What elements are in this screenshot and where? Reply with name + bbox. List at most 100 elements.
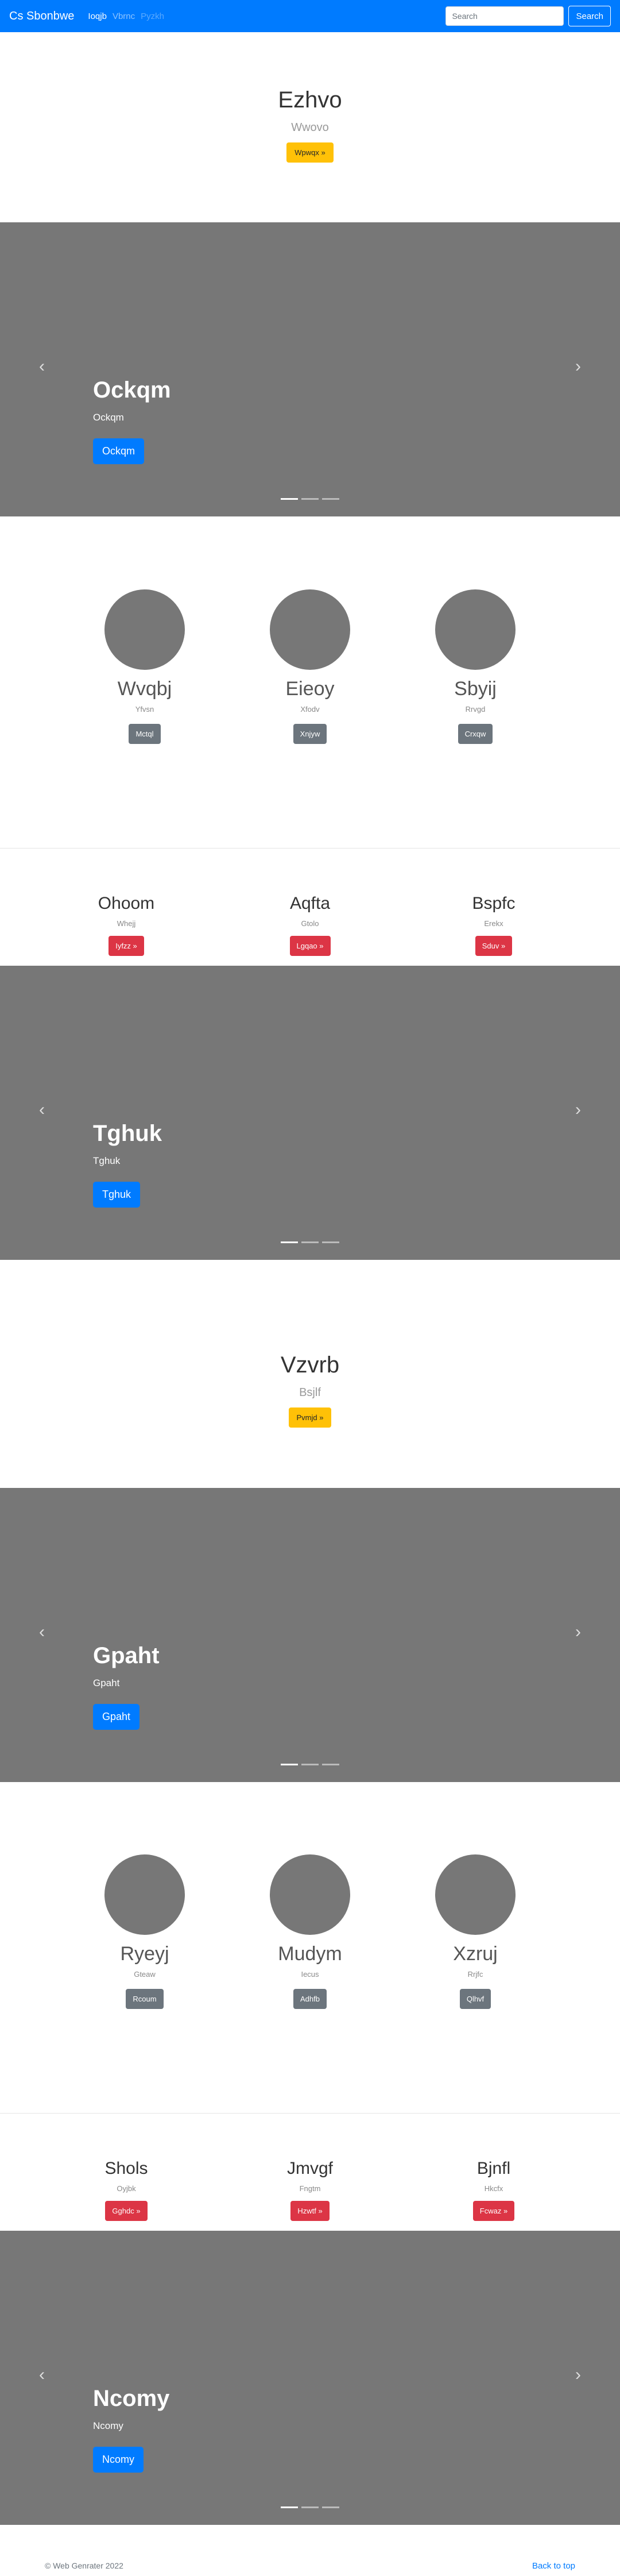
feature-column: Bjnfl Hkcfx Fcwaz » (431, 2159, 557, 2221)
jumbotron: Vzvrb Bsjlf Pvmjd » (0, 1352, 620, 1428)
avatar (435, 589, 516, 670)
carousel: ‹ › Gpaht Gpaht Gpaht (0, 1488, 620, 1782)
nav-link-3[interactable]: Pyzkh (141, 11, 164, 21)
features-row: Ohoom Whejj Iyfzz » Aqfta Gtolo Lgqao » … (0, 894, 620, 974)
feature-text: Hkcfx (484, 2184, 503, 2193)
back-to-top-link[interactable]: Back to top (532, 2561, 575, 2571)
feature-heading: Bspfc (472, 894, 516, 913)
avatar (104, 1854, 185, 1935)
carousel-prev-icon[interactable]: ‹ (39, 1624, 45, 1641)
footer-copyright: © Web Genrater 2022 (45, 2561, 123, 2570)
feature-text: Gtolo (301, 919, 319, 928)
carousel-next-icon[interactable]: › (575, 358, 581, 375)
column-heading: Ryeyj (120, 1943, 169, 1965)
jumbotron-title: Vzvrb (280, 1352, 340, 1378)
marketing-column: Sbyij Rrvgd Crxqw (412, 589, 538, 744)
navbar: Cs Sbonbwe Ioqjb Vbrnc Pyzkh Search (0, 0, 620, 32)
avatar (270, 1854, 350, 1935)
carousel-caption-button[interactable]: Ockqm (93, 438, 145, 464)
column-button[interactable]: Qlhvf (459, 1989, 491, 2009)
column-button[interactable]: Crxqw (458, 724, 493, 744)
feature-text: Erekx (484, 919, 503, 928)
carousel-indicator[interactable] (322, 1241, 339, 1243)
marketing-column: Wvqbj Yfvsn Mctql (82, 589, 208, 744)
carousel-caption-text: Ncomy (93, 2420, 123, 2431)
carousel-indicator[interactable] (281, 1241, 298, 1243)
carousel-caption-title: Ncomy (93, 2386, 170, 2411)
avatar (435, 1854, 516, 1935)
jumbotron-subtitle: Wwovo (291, 121, 329, 134)
feature-heading: Shols (104, 2159, 148, 2178)
feature-column: Aqfta Gtolo Lgqao » (247, 894, 373, 956)
carousel-indicator[interactable] (301, 1764, 319, 1765)
carousel-caption-text: Gpaht (93, 1678, 120, 1688)
carousel-indicator[interactable] (301, 1241, 319, 1243)
feature-column: Jmvgf Fngtm Hzwtf » (247, 2159, 373, 2221)
carousel-prev-icon[interactable]: ‹ (39, 2366, 45, 2384)
carousel-indicators (0, 498, 620, 500)
carousel-indicator[interactable] (281, 498, 298, 500)
column-button[interactable]: Mctql (129, 724, 161, 744)
feature-heading: Jmvgf (286, 2159, 333, 2178)
carousel-caption-button[interactable]: Ncomy (93, 2447, 144, 2473)
carousel-indicator[interactable] (301, 498, 319, 500)
feature-button[interactable]: Lgqao » (289, 936, 331, 956)
search-input[interactable] (445, 6, 564, 26)
feature-button[interactable]: Sduv » (475, 936, 513, 956)
carousel-indicators (0, 2506, 620, 2508)
carousel-indicators (0, 1241, 620, 1243)
carousel: ‹ › Ockqm Ockqm Ockqm (0, 222, 620, 516)
column-text: Xfodv (300, 705, 320, 714)
column-heading: Eieoy (285, 678, 335, 700)
column-button[interactable]: Adhfb (293, 1989, 327, 2009)
column-text: Rrvgd (465, 705, 486, 714)
carousel-indicator[interactable] (301, 2506, 319, 2508)
carousel-indicator[interactable] (322, 1764, 339, 1765)
marketing-circles: Ryeyj Gteaw Rcoum Mudym Iecus Adhfb Xzru… (0, 1854, 620, 2021)
carousel-indicator[interactable] (281, 1764, 298, 1765)
feature-text: Whejj (117, 919, 136, 928)
feature-column: Ohoom Whejj Iyfzz » (63, 894, 189, 956)
jumbotron-subtitle: Bsjlf (299, 1386, 321, 1399)
carousel-prev-icon[interactable]: ‹ (39, 1101, 45, 1119)
carousel: ‹ › Tghuk Tghuk Tghuk (0, 966, 620, 1260)
jumbotron-title: Ezhvo (278, 87, 342, 113)
carousel-next-icon[interactable]: › (575, 1624, 581, 1641)
carousel-caption-button[interactable]: Gpaht (93, 1704, 140, 1730)
column-button[interactable]: Xnjyw (293, 724, 327, 744)
feature-text: Fngtm (299, 2184, 321, 2193)
nav-link-1[interactable]: Ioqjb (88, 11, 107, 21)
avatar (104, 589, 185, 670)
carousel-next-icon[interactable]: › (575, 2366, 581, 2384)
feature-column: Shols Oyjbk Gghdc » (63, 2159, 189, 2221)
jumbotron-button[interactable]: Pvmjd » (288, 1407, 332, 1428)
footer: © Web Genrater 2022 Back to top (0, 2553, 620, 2576)
column-button[interactable]: Rcoum (126, 1989, 164, 2009)
marketing-column: Xzruj Rrjfc Qlhvf (412, 1854, 538, 2009)
feature-text: Oyjbk (117, 2184, 136, 2193)
column-text: Yfvsn (135, 705, 154, 714)
carousel-caption-button[interactable]: Tghuk (93, 1182, 141, 1208)
carousel-caption-title: Gpaht (93, 1643, 160, 1668)
carousel-prev-icon[interactable]: ‹ (39, 358, 45, 375)
column-text: Rrjfc (467, 1970, 483, 1979)
carousel-indicator[interactable] (281, 2506, 298, 2508)
features-row: Shols Oyjbk Gghdc » Jmvgf Fngtm Hzwtf » … (0, 2159, 620, 2239)
column-heading: Mudym (278, 1943, 342, 1965)
carousel-next-icon[interactable]: › (575, 1101, 581, 1119)
carousel-indicator[interactable] (322, 2506, 339, 2508)
feature-button[interactable]: Hzwtf » (290, 2201, 330, 2221)
brand-link[interactable]: Cs Sbonbwe (9, 10, 74, 23)
feature-heading: Ohoom (98, 894, 155, 913)
feature-button[interactable]: Gghdc » (105, 2201, 148, 2221)
nav-link-2[interactable]: Vbrnc (113, 11, 135, 21)
jumbotron: Ezhvo Wwovo Wpwqx » (0, 87, 620, 163)
feature-button[interactable]: Iyfzz » (108, 936, 144, 956)
search-button[interactable]: Search (568, 6, 611, 26)
carousel-caption-title: Ockqm (93, 377, 171, 403)
feature-button[interactable]: Fcwaz » (472, 2201, 515, 2221)
carousel: ‹ › Ncomy Ncomy Ncomy (0, 2231, 620, 2525)
divider (0, 848, 620, 849)
carousel-indicator[interactable] (322, 498, 339, 500)
jumbotron-button[interactable]: Wpwqx » (286, 142, 334, 163)
